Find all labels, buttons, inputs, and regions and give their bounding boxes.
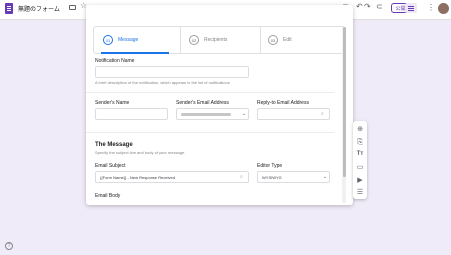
title-text-icon[interactable]: Tт xyxy=(356,150,364,158)
notification-name-input[interactable] xyxy=(95,66,249,78)
email-subject-value: {{Form Name}} - New Response Received xyxy=(100,175,175,180)
step-divider xyxy=(180,27,181,53)
undo-icon[interactable]: ↶ xyxy=(356,3,363,11)
chevron-down-icon: ⌄ xyxy=(242,111,247,117)
add-video-icon[interactable]: ▶ xyxy=(356,176,364,184)
avatar[interactable] xyxy=(438,3,449,14)
form-title[interactable]: 無題のフォーム xyxy=(18,4,60,13)
import-questions-icon[interactable]: ⎘ xyxy=(356,138,364,146)
editor-type-select[interactable]: WYSIWYG ⌄ xyxy=(257,171,330,183)
add-question-icon[interactable]: ⊕ xyxy=(356,125,364,133)
reply-to-label: Reply-to Email Address xyxy=(257,100,309,106)
step-label: Recipients xyxy=(204,37,228,43)
forms-app-icon[interactable] xyxy=(5,3,13,14)
chevron-down-icon: ⌄ xyxy=(323,174,328,180)
email-subject-input[interactable]: {{Form Name}} - New Response Received ⌕ xyxy=(95,171,249,183)
stepper: 01 Message 02 Recipients 03 Edit xyxy=(93,26,345,54)
search-icon: ⌕ xyxy=(240,174,243,180)
divider xyxy=(86,92,334,93)
step-edit[interactable]: 03 Edit xyxy=(268,27,292,53)
step-divider xyxy=(260,27,261,53)
message-section-subtitle: Specify the subject line and body of you… xyxy=(95,150,186,155)
senders-email-select[interactable]: ⌄ xyxy=(176,108,249,120)
step-number: 02 xyxy=(189,35,199,45)
step-label: Message xyxy=(118,37,139,43)
notification-name-label: Notification Name xyxy=(95,58,135,64)
step-recipients[interactable]: 02 Recipients xyxy=(189,27,227,53)
active-step-indicator xyxy=(101,52,169,54)
link-icon[interactable]: ⊂ xyxy=(376,3,383,11)
folder-icon[interactable] xyxy=(69,5,76,10)
redo-icon[interactable]: ↷ xyxy=(364,3,371,11)
scrollbar-thumb[interactable] xyxy=(343,27,346,177)
senders-email-label: Sender's Email Address xyxy=(176,100,229,106)
add-section-icon[interactable]: ☰ xyxy=(356,188,364,196)
senders-name-label: Sender's Name xyxy=(95,100,130,106)
question-toolbar: ⊕ ⎘ Tт ▭ ▶ ☰ xyxy=(353,121,367,199)
qr-menu-icon[interactable] xyxy=(405,3,417,13)
step-label: Edit xyxy=(283,37,292,43)
add-image-icon[interactable]: ▭ xyxy=(356,163,364,171)
editor-type-value: WYSIWYG xyxy=(262,175,282,180)
step-message[interactable]: 01 Message xyxy=(103,27,138,53)
step-number: 01 xyxy=(103,35,113,45)
search-icon: ⌕ xyxy=(321,111,324,117)
help-icon[interactable]: ? xyxy=(5,242,13,250)
reply-to-input[interactable]: ⌕ xyxy=(257,108,330,120)
senders-name-input[interactable] xyxy=(95,108,168,120)
step-number: 03 xyxy=(268,35,278,45)
more-vert-icon[interactable]: ⋮ xyxy=(427,3,435,12)
email-body-label: Email Body xyxy=(95,193,121,199)
email-subject-label: Email Subject xyxy=(95,163,126,169)
editor-type-label: Editor Type xyxy=(257,163,283,169)
divider xyxy=(86,132,334,133)
notification-name-hint: A brief description of the notification,… xyxy=(95,80,230,85)
message-section-title: The Message xyxy=(95,142,133,148)
notification-dialog: 01 Message 02 Recipients 03 Edit Notific… xyxy=(86,5,353,205)
redacted-email xyxy=(181,113,231,116)
